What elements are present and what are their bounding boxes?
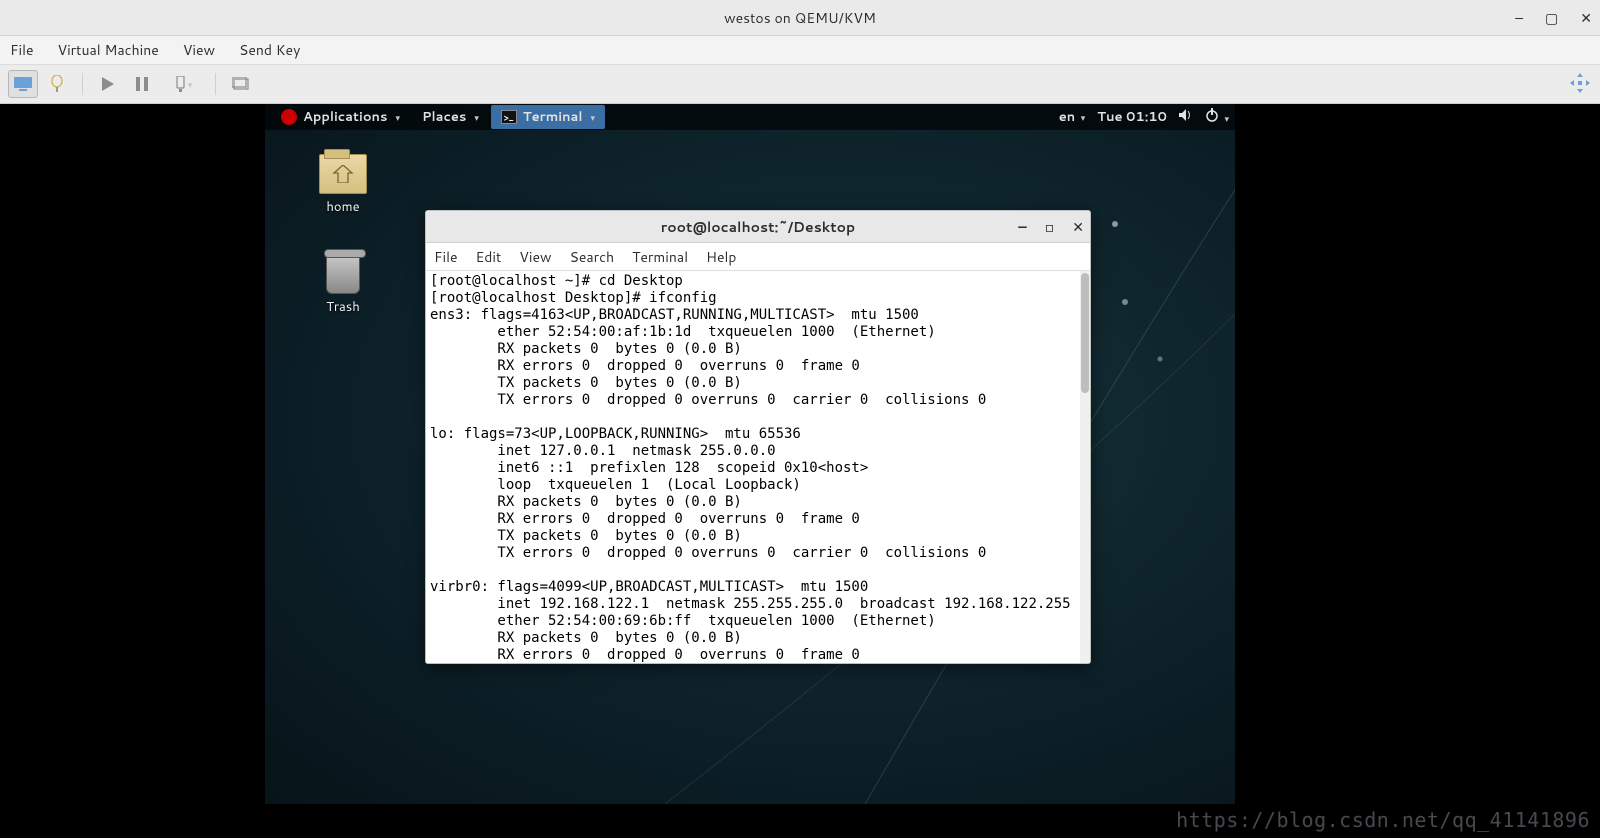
- scrollbar-thumb[interactable]: [1081, 273, 1089, 393]
- applications-menu[interactable]: Applications ▾: [271, 108, 410, 126]
- folder-icon: [319, 154, 367, 194]
- terminal-titlebar[interactable]: root@localhost:~/Desktop – ▫ ✕: [426, 211, 1090, 243]
- terminal-icon: >_: [501, 110, 517, 124]
- chevron-down-icon: ▾: [395, 111, 400, 124]
- menu-view[interactable]: View: [183, 40, 215, 60]
- watermark-text: https://blog.csdn.net/qq_41141896: [1176, 808, 1590, 832]
- chevron-down-icon: ▾: [474, 111, 479, 124]
- fedora-icon: [281, 109, 297, 125]
- terminal-title: root@localhost:~/Desktop: [661, 217, 855, 237]
- terminal-menubar: File Edit View Search Terminal Help: [426, 243, 1090, 271]
- minimize-icon[interactable]: –: [1018, 217, 1026, 237]
- host-toolbar: ▾: [0, 64, 1600, 104]
- terminal-output[interactable]: [root@localhost ~]# cd Desktop [root@loc…: [426, 271, 1090, 663]
- toolbar-separator: [215, 73, 216, 95]
- toolbar-separator: [82, 73, 83, 95]
- guest-desktop[interactable]: Applications ▾ Places ▾ >_ Terminal ▾ en…: [265, 104, 1235, 804]
- menu-virtual-machine[interactable]: Virtual Machine: [58, 40, 159, 60]
- minimize-icon[interactable]: –: [1515, 8, 1523, 28]
- gnome-top-bar: Applications ▾ Places ▾ >_ Terminal ▾ en…: [265, 104, 1235, 130]
- active-app-terminal[interactable]: >_ Terminal ▾: [491, 105, 605, 129]
- terminal-scrollbar[interactable]: [1080, 271, 1090, 663]
- input-source-indicator[interactable]: en ▾: [1059, 108, 1086, 126]
- shutdown-button[interactable]: ▾: [161, 70, 205, 98]
- applications-label: Applications: [303, 108, 387, 126]
- snapshots-button[interactable]: [226, 70, 256, 98]
- fullscreen-button[interactable]: [1570, 73, 1590, 98]
- trash-label: Trash: [326, 298, 360, 316]
- close-icon[interactable]: ✕: [1072, 217, 1084, 237]
- host-window-title: westos on QEMU/KVM: [724, 8, 876, 28]
- term-menu-help[interactable]: Help: [706, 247, 736, 267]
- console-button[interactable]: [8, 70, 38, 98]
- chevron-down-icon: ▾: [188, 78, 193, 91]
- trash-icon-container[interactable]: Trash: [326, 254, 360, 316]
- maximize-icon[interactable]: ▫: [1045, 217, 1055, 237]
- host-titlebar: westos on QEMU/KVM – ▢ ✕: [0, 0, 1600, 36]
- term-menu-edit[interactable]: Edit: [476, 247, 502, 267]
- desktop-icons: home Trash: [319, 154, 367, 316]
- trash-icon: [326, 254, 360, 294]
- places-menu[interactable]: Places ▾: [412, 108, 489, 126]
- term-menu-file[interactable]: File: [434, 247, 458, 267]
- term-menu-search[interactable]: Search: [570, 247, 615, 267]
- chevron-down-icon: ▾: [590, 111, 595, 124]
- pause-button[interactable]: [127, 70, 157, 98]
- maximize-icon[interactable]: ▢: [1545, 8, 1558, 28]
- menu-sendkey[interactable]: Send Key: [239, 40, 300, 60]
- host-menubar: File Virtual Machine View Send Key: [0, 36, 1600, 64]
- home-folder-icon[interactable]: home: [319, 154, 367, 216]
- host-window-controls: – ▢ ✕: [1515, 0, 1592, 36]
- term-menu-view[interactable]: View: [519, 247, 551, 267]
- active-app-label: Terminal: [523, 108, 583, 126]
- close-icon[interactable]: ✕: [1580, 8, 1592, 28]
- volume-icon[interactable]: [1179, 108, 1193, 126]
- power-icon[interactable]: ▾: [1205, 108, 1229, 127]
- run-button[interactable]: [93, 70, 123, 98]
- home-label: home: [319, 198, 367, 216]
- menu-file[interactable]: File: [10, 40, 34, 60]
- clock[interactable]: Tue 01:10: [1097, 108, 1167, 126]
- guest-display-area[interactable]: Applications ▾ Places ▾ >_ Terminal ▾ en…: [0, 104, 1600, 838]
- term-menu-terminal[interactable]: Terminal: [632, 247, 688, 267]
- terminal-window[interactable]: root@localhost:~/Desktop – ▫ ✕ File Edit…: [425, 210, 1091, 664]
- details-button[interactable]: [42, 70, 72, 98]
- places-label: Places: [422, 108, 466, 126]
